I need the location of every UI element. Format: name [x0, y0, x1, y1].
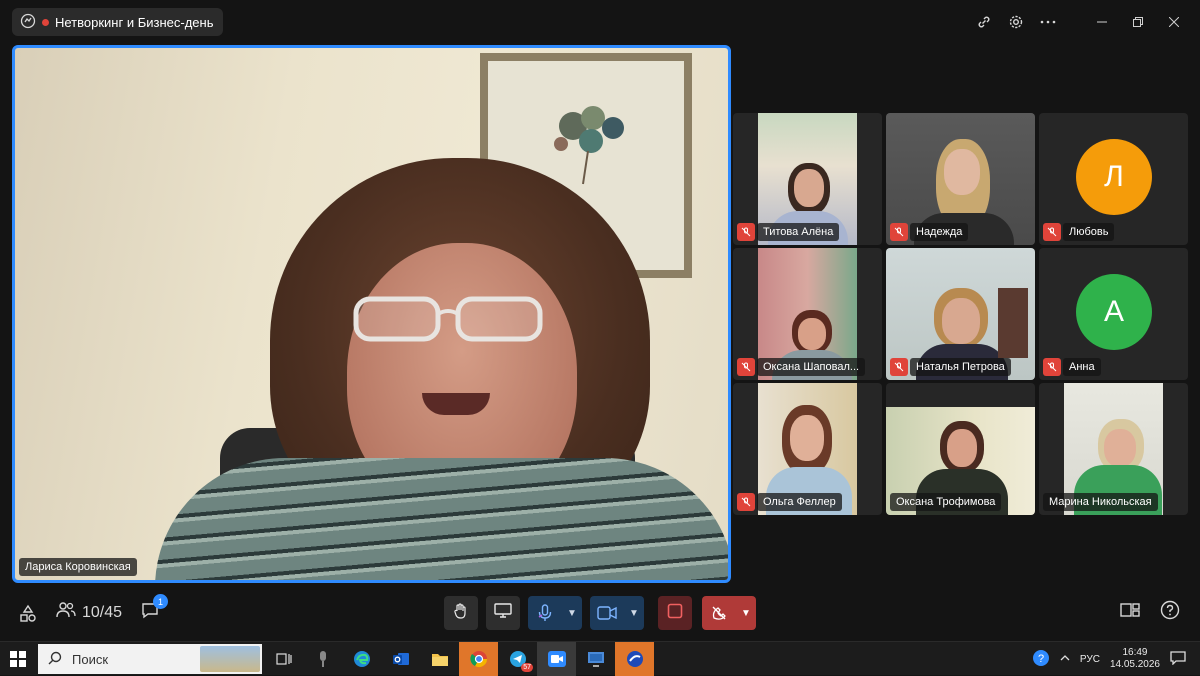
mic-muted-icon [737, 493, 755, 511]
chevron-down-icon[interactable]: ▼ [562, 596, 582, 630]
chat-badge: 1 [153, 594, 169, 609]
microphone-icon [528, 596, 562, 630]
participant-tile[interactable]: Оксана Трофимова [886, 383, 1035, 515]
help-tray-icon[interactable]: ? [1032, 649, 1050, 670]
link-icon[interactable] [968, 8, 1000, 36]
speaker-name: Лариса Коровинская [19, 558, 137, 576]
meeting-info-icon [20, 13, 36, 32]
glasses [353, 296, 543, 342]
task-view-icon[interactable] [264, 642, 303, 676]
leave-call-button[interactable]: ▼ [702, 596, 756, 630]
meeting-info-pill[interactable]: Нетворкинг и Бизнес-день [12, 8, 224, 36]
participant-tile[interactable]: Наталья Петрова [886, 248, 1035, 380]
svg-text:?: ? [1038, 653, 1044, 665]
mic-muted-icon [890, 358, 908, 376]
participant-name: Наталья Петрова [910, 358, 1011, 376]
hang-up-icon [702, 596, 736, 630]
mic-muted-icon [890, 223, 908, 241]
outlook-icon[interactable] [381, 642, 420, 676]
camera-icon [590, 596, 624, 630]
mic-muted-icon [1043, 223, 1061, 241]
search-icon [48, 651, 62, 668]
chat-button[interactable]: 1 [140, 594, 169, 625]
participant-name: Титова Алёна [757, 223, 840, 241]
chevron-down-icon[interactable]: ▼ [624, 596, 644, 630]
participant-name: Любовь [1063, 223, 1115, 241]
edge-icon[interactable] [342, 642, 381, 676]
taskbar-search[interactable]: Поиск [38, 644, 262, 674]
participants-button[interactable]: 10/45 [56, 601, 122, 624]
avatar: А [1076, 274, 1152, 350]
chrome-icon[interactable] [459, 642, 498, 676]
recording-indicator [42, 18, 49, 26]
camera-button[interactable]: ▼ [590, 596, 644, 630]
gear-icon[interactable] [1000, 8, 1032, 36]
title-bar: Нетворкинг и Бизнес-день [0, 0, 1200, 44]
participant-name: Марина Никольская [1043, 493, 1158, 511]
participant-tile[interactable]: Надежда [886, 113, 1035, 245]
search-highlight-image [200, 646, 260, 672]
participant-tile[interactable]: Оксана Шаповал... [733, 248, 882, 380]
people-icon [56, 601, 76, 624]
participant-name: Надежда [910, 223, 969, 241]
meeting-title: Нетворкинг и Бизнес-день [55, 14, 214, 30]
participant-name: Оксана Шаповал... [757, 358, 866, 376]
remote-desktop-icon[interactable] [576, 642, 615, 676]
windows-start-icon[interactable] [10, 651, 26, 672]
notifications-icon[interactable] [1170, 650, 1186, 668]
mic-muted-icon [1043, 358, 1061, 376]
telegram-icon[interactable]: 57 [498, 642, 537, 676]
layout-icon[interactable] [1120, 602, 1140, 618]
microphone-button[interactable]: ▼ [528, 596, 582, 630]
telegram-badge: 57 [521, 663, 533, 672]
participant-name: Ольга Феллер [757, 493, 842, 511]
help-icon[interactable] [1160, 600, 1180, 620]
participant-name: Оксана Трофимова [890, 493, 1002, 511]
record-button[interactable] [658, 596, 692, 630]
participant-tile[interactable]: Ольга Феллер [733, 383, 882, 515]
participants-count: 10/45 [82, 603, 123, 621]
mic-muted-icon [737, 358, 755, 376]
file-explorer-icon[interactable] [420, 642, 459, 676]
meeting-toolbar: 10/45 1 ▼ ▼ ▼ [0, 592, 1200, 636]
active-speaker-video[interactable]: Лариса Коровинская [12, 45, 731, 583]
hand-icon [452, 602, 470, 625]
clock[interactable]: 16:49 14.05.2026 [1110, 647, 1160, 671]
clock-date: 14.05.2026 [1109, 659, 1160, 670]
stop-record-icon [667, 603, 683, 624]
participant-name: Анна [1063, 358, 1101, 376]
mic-muted-icon [737, 223, 755, 241]
title-actions [968, 8, 1192, 36]
avatar: Л [1076, 139, 1152, 215]
close-icon[interactable] [1156, 8, 1192, 36]
apps-icon[interactable] [18, 603, 38, 623]
participant-tile[interactable]: Л Любовь [1039, 113, 1188, 245]
screen-share-button[interactable] [486, 596, 520, 630]
minimize-icon[interactable] [1084, 8, 1120, 36]
meeting-window: Нетворкинг и Бизнес-день Лариса Коровинс… [0, 0, 1200, 640]
language-indicator[interactable]: РУС [1080, 654, 1100, 665]
brand-app-icon[interactable] [615, 642, 654, 676]
participant-tile[interactable]: Титова Алёна [733, 113, 882, 245]
video-meeting-app-icon[interactable] [537, 642, 576, 676]
chevron-down-icon[interactable]: ▼ [736, 596, 756, 630]
microphone-app-icon[interactable] [303, 642, 342, 676]
windows-taskbar: Поиск 57 ? РУС 16:49 14.05.2026 [0, 641, 1200, 676]
speaker-shirt [155, 458, 728, 580]
chevron-up-icon[interactable] [1060, 654, 1070, 665]
taskbar-apps: 57 [264, 642, 654, 676]
restore-icon[interactable] [1120, 8, 1156, 36]
system-tray: ? РУС 16:49 14.05.2026 [1032, 642, 1200, 676]
search-placeholder: Поиск [72, 651, 109, 667]
more-icon[interactable] [1032, 8, 1064, 36]
participant-tile[interactable]: Марина Никольская [1039, 383, 1188, 515]
monitor-icon [494, 602, 512, 624]
participants-grid: Титова Алёна Надежда Л Любовь Оксана Шап [733, 113, 1188, 515]
clock-time: 16:49 [1122, 647, 1148, 658]
raise-hand-button[interactable] [444, 596, 478, 630]
participant-tile[interactable]: А Анна [1039, 248, 1188, 380]
